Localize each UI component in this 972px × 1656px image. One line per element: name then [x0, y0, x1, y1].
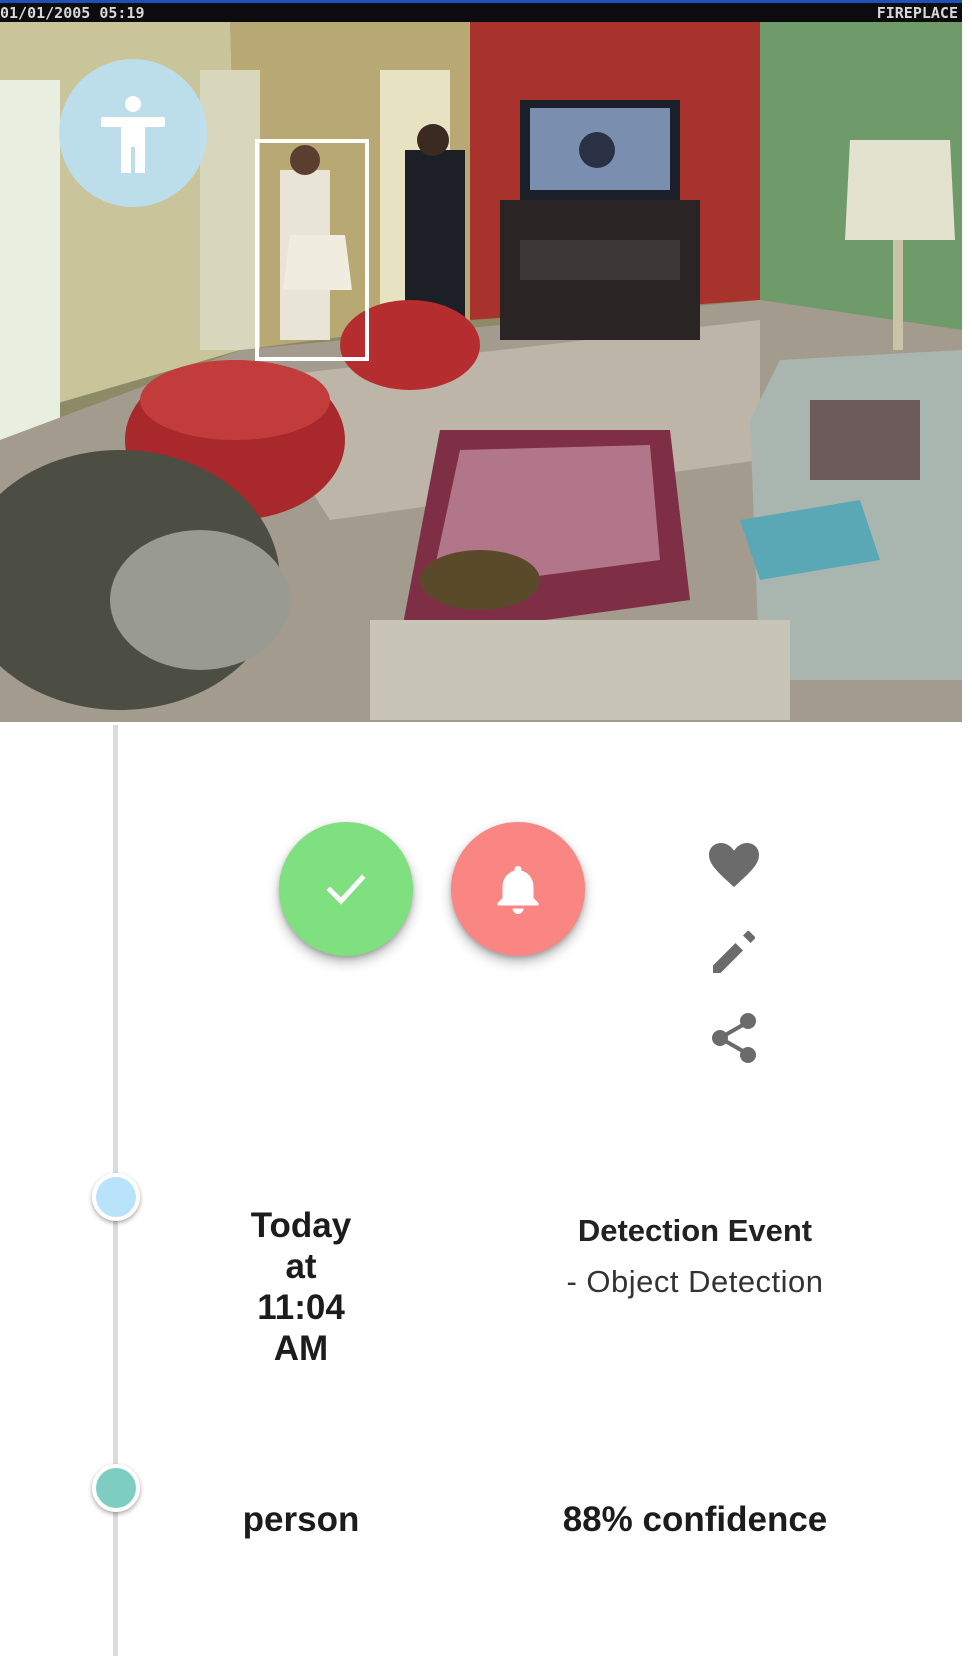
- pencil-icon: [713, 931, 755, 973]
- overlay-bar: 01/01/2005 05:19 FIREPLACE: [0, 0, 962, 22]
- share-icon: [712, 1013, 756, 1063]
- camera-snapshot[interactable]: 01/01/2005 05:19 FIREPLACE: [0, 0, 962, 722]
- detection-bounding-box: [255, 139, 369, 361]
- share-button[interactable]: [706, 1010, 762, 1066]
- alarm-button[interactable]: [451, 822, 585, 956]
- event-detail-page: 01/01/2005 05:19 FIREPLACE Today at 11:0…: [0, 0, 972, 1656]
- event-time-line-2: at: [285, 1247, 317, 1286]
- overlay-timestamp: 01/01/2005 05:19: [0, 4, 145, 22]
- detection-confidence: 88% confidence: [562, 1500, 828, 1539]
- overlay-camera-name: FIREPLACE: [876, 4, 958, 22]
- event-time: Today at 11:04 AM: [211, 1205, 391, 1369]
- acknowledge-button[interactable]: [279, 822, 413, 956]
- timeline-dot-event: [92, 1173, 140, 1221]
- event-time-line-4: AM: [273, 1329, 329, 1368]
- bell-icon: [497, 866, 539, 914]
- detected-object-label: person: [242, 1500, 360, 1539]
- heart-icon: [709, 843, 759, 887]
- accessibility-button[interactable]: [59, 59, 207, 207]
- timeline-dot-detection: [92, 1464, 140, 1512]
- edit-button[interactable]: [706, 924, 762, 980]
- event-title: Detection Event: [577, 1213, 813, 1248]
- favorite-button[interactable]: [706, 838, 762, 894]
- event-subtitle: - Object Detection: [566, 1264, 824, 1299]
- check-icon: [326, 874, 366, 905]
- event-time-line-1: Today: [250, 1206, 352, 1245]
- accessibility-icon: [101, 96, 165, 173]
- event-time-line-3: 11:04: [257, 1288, 345, 1327]
